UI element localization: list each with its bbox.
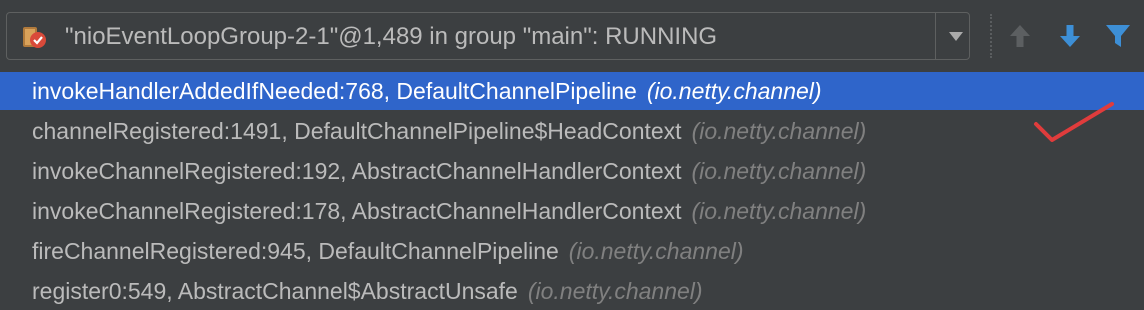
toolbar-separator bbox=[990, 14, 993, 58]
frame-package: (io.netty.channel) bbox=[568, 237, 744, 264]
frame-package: (io.netty.channel) bbox=[691, 197, 867, 224]
frame-method: channelRegistered:1491, DefaultChannelPi… bbox=[32, 117, 682, 144]
frame-package: (io.netty.channel) bbox=[691, 117, 867, 144]
frame-method: register0:549, AbstractChannel$AbstractU… bbox=[32, 277, 518, 304]
thread-selector-value: "nioEventLoopGroup-2-1"@1,489 in group "… bbox=[65, 23, 718, 50]
frame-package: (io.netty.channel) bbox=[527, 277, 703, 304]
frame-package: (io.netty.channel) bbox=[646, 77, 822, 104]
frame-row[interactable]: invokeChannelRegistered:178, AbstractCha… bbox=[0, 192, 1144, 230]
frame-row[interactable]: invokeChannelRegistered:192, AbstractCha… bbox=[0, 152, 1144, 190]
stack-frames-list: invokeHandlerAddedIfNeeded:768, DefaultC… bbox=[0, 72, 1144, 310]
arrow-up-icon[interactable] bbox=[1006, 22, 1034, 50]
arrow-down-icon[interactable] bbox=[1056, 22, 1084, 50]
thread-selector[interactable]: "nioEventLoopGroup-2-1"@1,489 in group "… bbox=[6, 12, 970, 60]
thread-running-icon bbox=[23, 27, 46, 48]
filter-icon[interactable] bbox=[1104, 22, 1132, 50]
frame-method: invokeChannelRegistered:192, AbstractCha… bbox=[32, 157, 682, 184]
frame-method: fireChannelRegistered:945, DefaultChanne… bbox=[32, 237, 559, 264]
debugger-frames-toolbar: "nioEventLoopGroup-2-1"@1,489 in group "… bbox=[0, 0, 1144, 72]
frame-method: invokeChannelRegistered:178, AbstractCha… bbox=[32, 197, 682, 224]
chevron-down-icon[interactable] bbox=[943, 23, 969, 49]
frame-package: (io.netty.channel) bbox=[691, 157, 867, 184]
frame-row[interactable]: fireChannelRegistered:945, DefaultChanne… bbox=[0, 232, 1144, 270]
frame-method: invokeHandlerAddedIfNeeded:768, DefaultC… bbox=[32, 77, 637, 104]
select-divider bbox=[935, 13, 936, 59]
red-checkmark-annotation-icon bbox=[1034, 102, 1114, 142]
frame-row[interactable]: register0:549, AbstractChannel$AbstractU… bbox=[0, 272, 1144, 310]
frame-row[interactable]: invokeHandlerAddedIfNeeded:768, DefaultC… bbox=[0, 72, 1144, 110]
frame-row[interactable]: channelRegistered:1491, DefaultChannelPi… bbox=[0, 112, 1144, 150]
